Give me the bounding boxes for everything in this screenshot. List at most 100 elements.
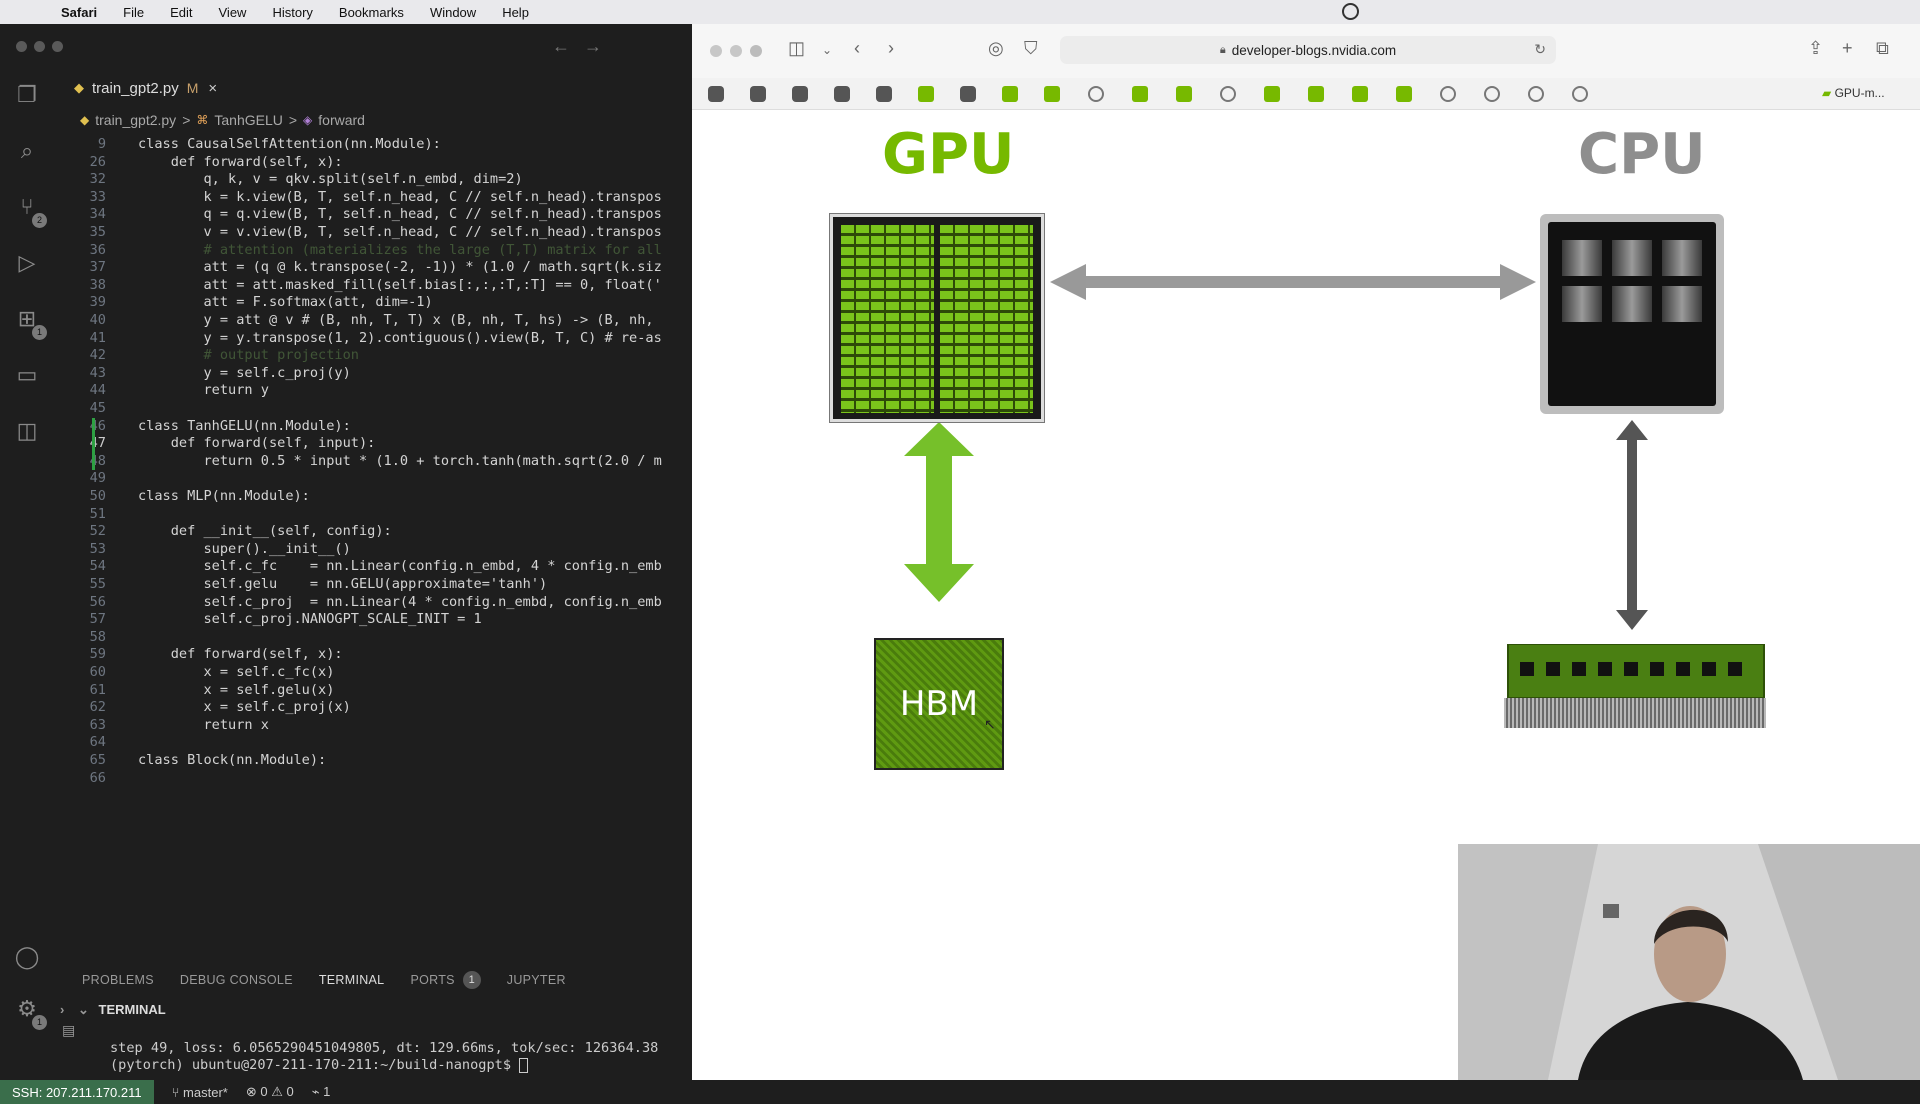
gpu-chip [830,214,1044,422]
nvidia-favicon-icon[interactable] [1264,86,1280,102]
chevron-down-icon[interactable]: ⌄ [822,43,832,57]
loading-favicon-icon[interactable] [1528,86,1544,102]
tab-train-gpt2[interactable]: ◆ train_gpt2.py M × [56,68,246,108]
sidebar-toggle-icon[interactable]: ◫ [788,38,805,59]
line-number: 57 [89,611,106,628]
remote-indicator[interactable]: SSH: 207.211.170.211 [0,1080,154,1104]
remote-explorer-icon[interactable]: ▭ [12,360,42,390]
explorer-icon[interactable]: ❐ [12,80,42,110]
shield-icon[interactable]: ⛉ [1024,38,1038,59]
menu-history[interactable]: History [272,5,312,20]
nvidia-favicon-icon[interactable] [1044,86,1060,102]
tab-problems[interactable]: PROBLEMS [82,973,154,987]
code-line: q, k, v = qkv.split(self.n_embd, dim=2) [138,171,523,188]
chevron-down-icon[interactable]: ⌄ [78,1002,89,1017]
loading-favicon-icon[interactable] [1484,86,1500,102]
menu-file[interactable]: File [123,5,144,20]
line-number: 37 [89,259,106,276]
minimize-window-button[interactable] [34,41,45,52]
nvidia-favicon-icon[interactable] [1396,86,1412,102]
run-debug-icon[interactable]: ▷ [12,248,42,278]
line-number: 48 [89,452,106,469]
cpu-ram-arrow [1616,420,1648,630]
vscode-window: ←→ ❐ ⌕ ⑂ 2 ▷ ⊞ 1 ▭ ◫ ◯ ⚙ 1 ◆ train_gpt2.… [0,24,692,1104]
search-icon[interactable]: ⌕ [12,136,42,166]
github-favicon-icon[interactable] [876,86,892,102]
line-number: 53 [89,540,106,557]
menu-window[interactable]: Window [430,5,476,20]
tab-debug-console[interactable]: DEBUG CONSOLE [180,973,293,987]
breadcrumb-method[interactable]: forward [318,112,365,128]
zoom-window-button[interactable] [52,41,63,52]
code-line: class CausalSelfAttention(nn.Module): [138,136,441,152]
nvidia-favicon-icon[interactable] [1002,86,1018,102]
github-favicon-icon[interactable] [960,86,976,102]
nav-arrows[interactable]: ←→ [552,36,616,57]
privacy-report-icon[interactable]: ◎ [988,38,1004,59]
close-window-button[interactable] [710,45,722,57]
nvidia-favicon-icon[interactable] [918,86,934,102]
extensions-badge: 1 [32,325,47,340]
terminal-line: step 49, loss: 6.0565290451049805, dt: 1… [110,1040,659,1056]
line-number: 63 [89,716,106,733]
apple-icon[interactable] [18,3,36,21]
menu-view[interactable]: View [219,5,247,20]
chat-icon[interactable]: ◫ [12,416,42,446]
code-line: self.c_proj.NANOGPT_SCALE_INIT = 1 [138,611,482,628]
terminal-list-icon[interactable]: ▤ [62,1022,75,1039]
nvidia-favicon-icon[interactable] [1176,86,1192,102]
breadcrumb-file[interactable]: train_gpt2.py [95,112,176,128]
tab-ports[interactable]: PORTS [410,973,454,987]
breadcrumb: ◆ train_gpt2.py > ⌘ TanhGELU > ◈ forward [80,112,365,128]
line-number: 32 [89,171,106,188]
tab-jupyter[interactable]: JUPYTER [507,973,566,987]
line-number: 35 [89,224,106,240]
nvidia-favicon-icon[interactable] [1308,86,1324,102]
tab-terminal[interactable]: TERMINAL [319,973,385,987]
new-tab-icon[interactable]: + [1842,38,1853,59]
minimize-window-button[interactable] [730,45,742,57]
problems-count[interactable]: ⊗ 0 ⚠ 0 [246,1084,294,1100]
code-editor[interactable]: 9 class CausalSelfAttention(nn.Module): 26… [56,132,692,938]
menu-edit[interactable]: Edit [170,5,192,20]
tab-overview-icon[interactable]: ⧉ [1876,38,1889,59]
loading-favicon-icon[interactable] [1572,86,1588,102]
status-spinner-icon[interactable] [1342,3,1359,20]
vscode-titlebar: ←→ [0,24,692,68]
mouse-cursor-icon: ↖ [984,716,996,732]
line-number: 61 [89,681,106,698]
nvidia-favicon-icon[interactable] [1352,86,1368,102]
github-favicon-icon[interactable] [708,86,724,102]
menu-help[interactable]: Help [502,5,529,20]
back-icon[interactable]: ‹ [854,38,860,59]
class-symbol-icon: ⌘ [196,113,209,127]
account-icon[interactable]: ◯ [12,942,42,972]
code-line: super().__init__() [138,540,351,557]
terminal-section-header[interactable]: › ⌄ TERMINAL [60,1002,166,1018]
breadcrumb-class[interactable]: TanhGELU [214,112,282,128]
address-bar[interactable]: 🔒︎ developer-blogs.nvidia.com ↻ [1060,36,1556,64]
loading-favicon-icon[interactable] [1220,86,1236,102]
zoom-window-button[interactable] [750,45,762,57]
loading-favicon-icon[interactable] [1440,86,1456,102]
code-line: att = att.masked_fill(self.bias[:,:,:T,:… [138,276,662,293]
ports-count[interactable]: ⌁ 1 [312,1084,331,1100]
line-number: 56 [89,593,106,610]
close-tab-icon[interactable]: × [208,80,217,97]
terminal-output[interactable]: step 49, loss: 6.0565290451049805, dt: 1… [110,1040,658,1074]
close-window-button[interactable] [16,41,27,52]
menu-bookmarks[interactable]: Bookmarks [339,5,404,20]
tab-gpu-memory[interactable]: ▰ GPU-m... [1822,86,1885,100]
reload-icon[interactable]: ↻ [1534,41,1546,58]
nvidia-favicon-icon[interactable] [1132,86,1148,102]
forward-icon[interactable]: › [888,38,894,59]
menu-app-name[interactable]: Safari [61,5,97,20]
loading-favicon-icon[interactable] [1088,86,1104,102]
github-favicon-icon[interactable] [834,86,850,102]
share-icon[interactable]: ⇪ [1808,38,1823,59]
git-branch[interactable]: ⑂ master* [172,1085,228,1100]
chevron-right-icon[interactable]: › [60,1002,64,1017]
code-line: k = k.view(B, T, self.n_head, C // self.… [138,188,662,205]
github-favicon-icon[interactable] [792,86,808,102]
github-favicon-icon[interactable] [750,86,766,102]
